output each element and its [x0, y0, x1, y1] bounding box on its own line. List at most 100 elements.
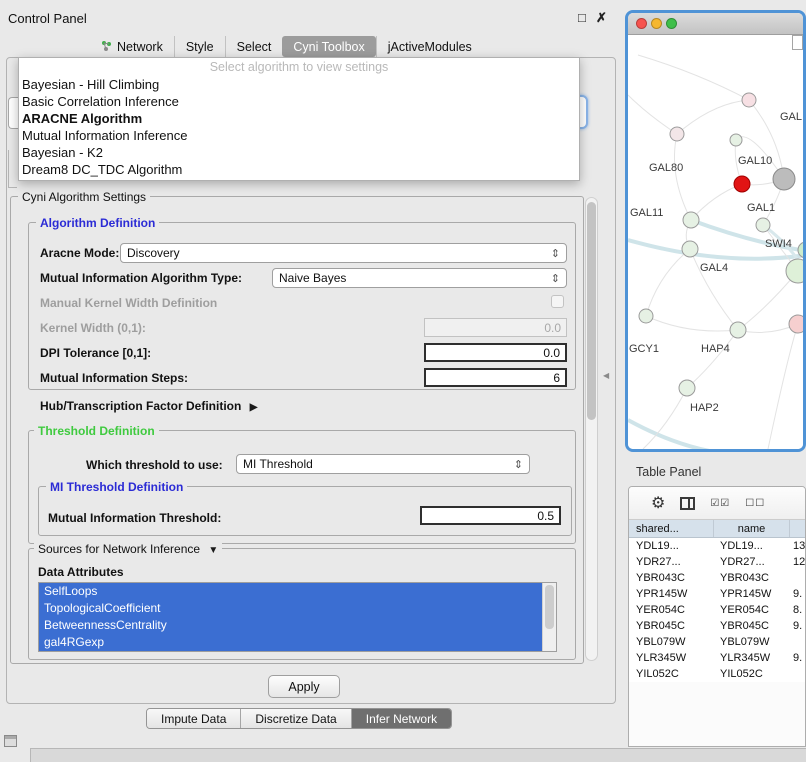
table-cell[interactable]: YER054C: [629, 604, 713, 616]
tab-infer-network[interactable]: Infer Network: [351, 709, 451, 728]
network-canvas[interactable]: GAL...GAL80GAL10GAL1GAL11SWI4GAL4GCY1HAP…: [628, 35, 803, 449]
tab-select[interactable]: Select: [225, 36, 283, 57]
attribute-item[interactable]: gal4RGexp: [39, 634, 543, 651]
network-node[interactable]: [670, 127, 684, 141]
network-node[interactable]: [683, 212, 699, 228]
table-row[interactable]: YBR045CYBR045C9.: [629, 618, 805, 634]
table-cell[interactable]: YIL052C: [713, 668, 789, 680]
table-header-row[interactable]: shared... name: [629, 520, 805, 538]
attribute-item[interactable]: BetweennessCentrality: [39, 617, 543, 634]
gear-icon[interactable]: ⚙: [651, 493, 665, 513]
network-node[interactable]: [789, 315, 803, 333]
network-window-titlebar[interactable]: [628, 13, 803, 35]
attribute-item[interactable]: TopologicalCoefficient: [39, 600, 543, 617]
network-node[interactable]: [742, 93, 756, 107]
settings-scrollbar-thumb[interactable]: [587, 202, 596, 420]
network-node[interactable]: [734, 176, 750, 192]
data-attributes-list[interactable]: SelfLoopsTopologicalCoefficientBetweenne…: [38, 582, 557, 652]
network-node[interactable]: [730, 322, 746, 338]
table-row[interactable]: YDL19...YDL19...13: [629, 538, 805, 554]
apply-button[interactable]: Apply: [268, 675, 340, 698]
network-node[interactable]: [756, 218, 770, 232]
network-node[interactable]: [730, 134, 742, 146]
network-node[interactable]: [773, 168, 795, 190]
mi-algorithm-type-select[interactable]: Naive Bayes ⇕: [272, 268, 567, 288]
table-cell[interactable]: 9.: [789, 620, 805, 632]
algorithm-option[interactable]: Basic Correlation Inference: [19, 93, 579, 110]
tab-discretize-data[interactable]: Discretize Data: [240, 709, 350, 728]
table-cell[interactable]: YPR145W: [629, 588, 713, 600]
dpi-tolerance-field[interactable]: 0.0: [424, 343, 567, 362]
algorithm-option[interactable]: Mutual Information Inference: [19, 127, 579, 144]
table-cell[interactable]: YPR145W: [713, 588, 789, 600]
table-cell[interactable]: 9.: [789, 588, 805, 600]
table-cell[interactable]: 9.: [789, 652, 805, 664]
attributes-scrollbar-thumb[interactable]: [545, 585, 554, 629]
table-cell[interactable]: YBR043C: [713, 572, 789, 584]
attribute-item[interactable]: SelfLoops: [39, 583, 543, 600]
table-row[interactable]: YDR27...YDR27...12: [629, 554, 805, 570]
algorithm-option[interactable]: Dream8 DC_TDC Algorithm: [19, 161, 579, 178]
table-row[interactable]: YBL079WYBL079W: [629, 634, 805, 650]
network-node[interactable]: [679, 380, 695, 396]
mi-steps-field[interactable]: 6: [424, 368, 567, 387]
column-header-extra[interactable]: [789, 520, 805, 537]
tab-impute-data[interactable]: Impute Data: [147, 709, 240, 728]
network-node[interactable]: [639, 309, 653, 323]
zoom-traffic-light-icon[interactable]: [666, 18, 677, 29]
network-edge: [628, 420, 743, 449]
table-cell[interactable]: 13: [789, 540, 805, 552]
algorithm-option[interactable]: Bayesian - K2: [19, 144, 579, 161]
aracne-mode-select[interactable]: Discovery ⇕: [120, 243, 567, 263]
table-cell[interactable]: 12: [789, 556, 805, 568]
table-cell[interactable]: 8.: [789, 604, 805, 616]
table-row[interactable]: YLR345WYLR345W9.: [629, 650, 805, 666]
hub-definition-toggle[interactable]: Hub/Transcription Factor Definition ▶: [40, 399, 257, 413]
tab-jactivemodules-label: jActiveModules: [388, 40, 472, 54]
table-row[interactable]: YIL052CYIL052C: [629, 666, 805, 682]
table-cell[interactable]: YBL079W: [629, 636, 713, 648]
sources-group-title[interactable]: Sources for Network Inference ▼: [34, 542, 222, 556]
table-cell[interactable]: YDL19...: [713, 540, 789, 552]
panel-collapse-handle[interactable]: ◀: [603, 365, 612, 385]
algorithm-option[interactable]: ARACNE Algorithm: [19, 110, 579, 127]
network-node[interactable]: [682, 241, 698, 257]
network-edge: [677, 100, 749, 134]
deselect-all-columns-icon[interactable]: ☐☐: [745, 498, 765, 509]
column-header-name[interactable]: name: [713, 520, 789, 537]
table-row[interactable]: YPR145WYPR145W9.: [629, 586, 805, 602]
tab-jactivemodules[interactable]: jActiveModules: [376, 36, 483, 57]
columns-icon[interactable]: [680, 497, 695, 510]
table-cell[interactable]: YIL052C: [629, 668, 713, 680]
algorithm-option[interactable]: Bayesian - Hill Climbing: [19, 76, 579, 93]
tab-network[interactable]: Network: [90, 36, 174, 57]
table-row[interactable]: YER054CYER054C8.: [629, 602, 805, 618]
mi-threshold-field[interactable]: 0.5: [420, 506, 561, 525]
close-traffic-light-icon[interactable]: [636, 18, 647, 29]
column-header-shared-name[interactable]: shared...: [629, 520, 713, 537]
tab-cyni-toolbox[interactable]: Cyni Toolbox: [282, 36, 375, 57]
tab-style[interactable]: Style: [174, 36, 225, 57]
which-threshold-select[interactable]: MI Threshold ⇕: [236, 454, 530, 474]
table-cell[interactable]: YDR27...: [629, 556, 713, 568]
close-window-icon[interactable]: ✗: [596, 10, 607, 26]
table-cell[interactable]: YLR345W: [629, 652, 713, 664]
network-scrollbar-button[interactable]: [792, 35, 803, 50]
float-window-icon[interactable]: □: [578, 10, 586, 25]
table-cell[interactable]: YDR27...: [713, 556, 789, 568]
dpi-tolerance-value: 0.0: [543, 346, 560, 360]
table-cell[interactable]: YBR045C: [713, 620, 789, 632]
select-all-columns-icon[interactable]: ☑☑: [710, 498, 730, 509]
table-cell[interactable]: YLR345W: [713, 652, 789, 664]
table-cell[interactable]: YBR043C: [629, 572, 713, 584]
table-cell[interactable]: YER054C: [713, 604, 789, 616]
table-cell[interactable]: YBR045C: [629, 620, 713, 632]
restore-panel-icon[interactable]: [4, 735, 17, 747]
minimize-traffic-light-icon[interactable]: [651, 18, 662, 29]
table-cell[interactable]: YBL079W: [713, 636, 789, 648]
table-cell[interactable]: YDL19...: [629, 540, 713, 552]
attributes-scrollbar-track[interactable]: [542, 583, 556, 651]
network-node[interactable]: [786, 259, 803, 283]
manual-kernel-width-checkbox[interactable]: [551, 295, 564, 308]
table-row[interactable]: YBR043CYBR043C: [629, 570, 805, 586]
